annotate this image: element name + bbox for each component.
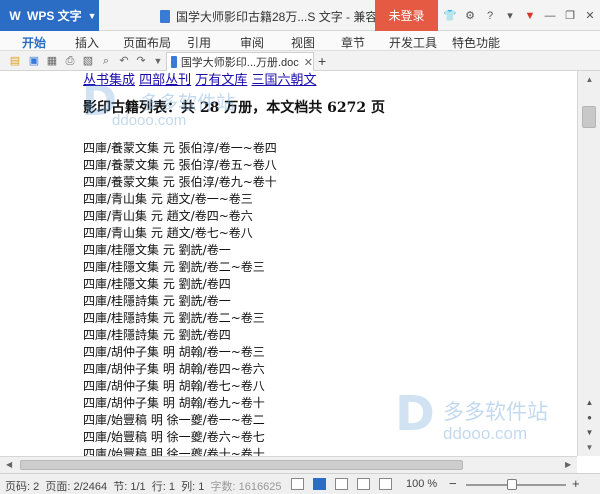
save-icon[interactable]: ▣ xyxy=(27,54,41,68)
scroll-up-arrow-icon[interactable]: ▲ xyxy=(584,75,595,84)
vertical-scroll-thumb[interactable] xyxy=(582,106,596,128)
document-tab[interactable]: 国学大师影印...万册.doc ✕ xyxy=(166,52,314,71)
window-controls: 👕 ⚙ ? ▾ ▼ — ❐ ✕ xyxy=(442,0,598,31)
menu-developer[interactable]: 开发工具 xyxy=(389,34,437,51)
list-item: 四庫/桂隱文集 元 劉詵/卷二~卷三 xyxy=(83,260,265,274)
link-sanguo-liuchao[interactable]: 三国六朝文 xyxy=(251,73,316,88)
list-item: 四庫/胡仲子集 明 胡翰/卷一~卷三 xyxy=(83,345,265,359)
scroll-right-arrow-icon[interactable]: ▶ xyxy=(565,460,571,469)
status-column: 列: 1 xyxy=(181,481,205,493)
skin-icon[interactable]: 👕 xyxy=(442,8,458,24)
menu-home[interactable]: 开始 xyxy=(18,34,50,55)
next-page-icon[interactable]: ▼ xyxy=(583,427,596,439)
list-item: 四庫/桂隱詩集 元 劉詵/卷一 xyxy=(83,294,231,308)
list-item: 四庫/胡仲子集 明 胡翰/卷七~卷八 xyxy=(83,379,265,393)
status-info: 页码: 2 页面: 2/2464 节: 1/1 行: 1 列: 1 字数: 16… xyxy=(5,478,281,494)
export-icon[interactable]: ▦ xyxy=(45,54,59,68)
status-pages: 页面: 2/2464 xyxy=(45,481,108,493)
list-item: 四庫/胡仲子集 明 胡翰/卷四~卷六 xyxy=(83,362,265,376)
menu-chapter[interactable]: 章节 xyxy=(341,34,365,51)
ribbon-menu: 开始 插入 页面布局 引用 审阅 视图 章节 开发工具 特色功能 xyxy=(0,31,600,55)
open-folder-icon[interactable]: ▤ xyxy=(8,54,22,68)
print-preview-icon[interactable]: ▧ xyxy=(81,54,95,68)
spellcheck-icon[interactable] xyxy=(291,478,304,490)
list-item: 四庫/始豐稿 明 徐一夔/卷一~卷二 xyxy=(83,413,265,427)
vertical-scrollbar[interactable]: ▲ ▲ ● ▼ ▼ xyxy=(577,71,600,456)
link-wanyou-wenku[interactable]: 万有文库 xyxy=(195,73,247,88)
horizontal-scroll-thumb[interactable] xyxy=(20,460,463,470)
redo-icon[interactable]: ↷ xyxy=(134,54,148,68)
undo-icon[interactable]: ↶ xyxy=(117,54,131,68)
find-icon[interactable]: ⌕ xyxy=(99,54,113,68)
list-item: 四庫/桂隱詩集 元 劉詵/卷四 xyxy=(83,328,231,342)
login-button[interactable]: 未登录 xyxy=(375,0,438,31)
list-item: 四庫/養蒙文集 元 張伯淳/卷五~卷八 xyxy=(83,158,277,172)
menu-page-layout[interactable]: 页面布局 xyxy=(123,34,171,51)
list-item: 四庫/始豐稿 明 徐一夔/卷十~卷十 xyxy=(83,447,265,456)
wps-app-menu-button[interactable]: W WPS 文字 ▼ xyxy=(0,0,99,31)
wps-logo-icon: W xyxy=(9,8,21,23)
select-browse-object-icon[interactable]: ● xyxy=(583,412,596,424)
settings-icon[interactable]: ⚙ xyxy=(462,8,478,24)
app-name: WPS 文字 xyxy=(27,9,82,23)
window-title: 国学大师影印古籍28万...S 文字 - 兼容模式 xyxy=(160,8,401,25)
zoom-in-icon[interactable]: + xyxy=(572,476,580,491)
status-word-count[interactable]: 字数: 1616625 xyxy=(211,481,282,493)
outline-view-icon[interactable] xyxy=(335,478,348,490)
quick-access-toolbar: ▤ ▣ ▦ ⎙ ▧ ⌕ ↶ ↷ ▼ 国学大师影印...万册.doc ✕ + xyxy=(0,51,600,71)
document-icon xyxy=(160,10,170,23)
dropdown-icon[interactable]: ▾ xyxy=(502,8,518,24)
book-list: 四庫/養蒙文集 元 張伯淳/卷一~卷四 四庫/養蒙文集 元 張伯淳/卷五~卷八 … xyxy=(83,140,563,456)
tab-close-icon[interactable]: ✕ xyxy=(304,56,313,69)
document-canvas[interactable]: 丛书集成 四部丛刊 万有文库 三国六朝文 影印古籍列表：共 28 万册，本文档共… xyxy=(0,71,577,456)
maximize-icon[interactable]: ❐ xyxy=(562,8,578,24)
page-view-icon[interactable] xyxy=(313,478,326,490)
link-sibu-congkan[interactable]: 四部丛刊 xyxy=(139,73,191,88)
list-item: 四庫/養蒙文集 元 張伯淳/卷九~卷十 xyxy=(83,175,277,189)
list-item: 四庫/胡仲子集 明 胡翰/卷九~卷十 xyxy=(83,396,265,410)
document-tab-label: 国学大师影印...万册.doc xyxy=(180,57,299,69)
list-item: 四庫/桂隱文集 元 劉詵/卷四 xyxy=(83,277,231,291)
new-tab-icon[interactable]: + xyxy=(318,53,326,69)
document-heading: 影印古籍列表：共 28 万册，本文档共 6272 页 xyxy=(83,100,385,116)
menu-insert[interactable]: 插入 xyxy=(75,34,99,51)
web-view-icon[interactable] xyxy=(357,478,370,490)
status-bar: 页码: 2 页面: 2/2464 节: 1/1 行: 1 列: 1 字数: 16… xyxy=(0,473,600,494)
status-section: 节: 1/1 xyxy=(113,481,146,493)
list-item: 四庫/養蒙文集 元 張伯淳/卷一~卷四 xyxy=(83,141,277,155)
menu-features[interactable]: 特色功能 xyxy=(452,34,500,51)
status-row: 行: 1 xyxy=(151,481,176,493)
minimize-icon[interactable]: — xyxy=(542,8,558,24)
title-bar: W WPS 文字 ▼ 国学大师影印古籍28万...S 文字 - 兼容模式 未登录… xyxy=(0,0,600,31)
chevron-down-icon: ▼ xyxy=(87,10,97,21)
list-item: 四庫/始豐稿 明 徐一夔/卷六~卷七 xyxy=(83,430,265,444)
document-page: 丛书集成 四部丛刊 万有文库 三国六朝文 影印古籍列表：共 28 万册，本文档共… xyxy=(83,71,563,456)
list-item: 四庫/桂隱詩集 元 劉詵/卷二~卷三 xyxy=(83,311,265,325)
zoom-level[interactable]: 100 % xyxy=(406,478,437,490)
zoom-out-icon[interactable]: − xyxy=(449,476,457,491)
list-item: 四庫/桂隱文集 元 劉詵/卷一 xyxy=(83,243,231,257)
horizontal-scrollbar[interactable]: ◀ ▶ xyxy=(0,456,577,473)
customize-dropdown-icon[interactable]: ▼ xyxy=(151,54,165,68)
help-icon[interactable]: ? xyxy=(482,8,498,24)
list-item: 四庫/青山集 元 趙文/卷七~卷八 xyxy=(83,226,253,240)
collection-links: 丛书集成 四部丛刊 万有文库 三国六朝文 xyxy=(83,72,563,89)
link-congshu-jicheng[interactable]: 丛书集成 xyxy=(83,73,135,88)
status-page: 页码: 2 xyxy=(5,481,40,493)
close-icon[interactable]: ✕ xyxy=(582,8,598,24)
menu-references[interactable]: 引用 xyxy=(187,34,211,51)
scroll-down-arrow-icon[interactable]: ▼ xyxy=(584,443,595,452)
word-doc-icon xyxy=(171,56,177,68)
zoom-slider-handle[interactable] xyxy=(507,479,517,490)
list-item: 四庫/青山集 元 趙文/卷四~卷六 xyxy=(83,209,253,223)
reading-mode-icon[interactable] xyxy=(379,478,392,490)
feedback-icon[interactable]: ▼ xyxy=(522,8,538,24)
scroll-left-arrow-icon[interactable]: ◀ xyxy=(6,460,12,469)
list-item: 四庫/青山集 元 趙文/卷一~卷三 xyxy=(83,192,253,206)
previous-page-icon[interactable]: ▲ xyxy=(583,397,596,409)
menu-view[interactable]: 视图 xyxy=(291,34,315,51)
print-icon[interactable]: ⎙ xyxy=(63,54,77,68)
menu-review[interactable]: 审阅 xyxy=(240,34,264,51)
